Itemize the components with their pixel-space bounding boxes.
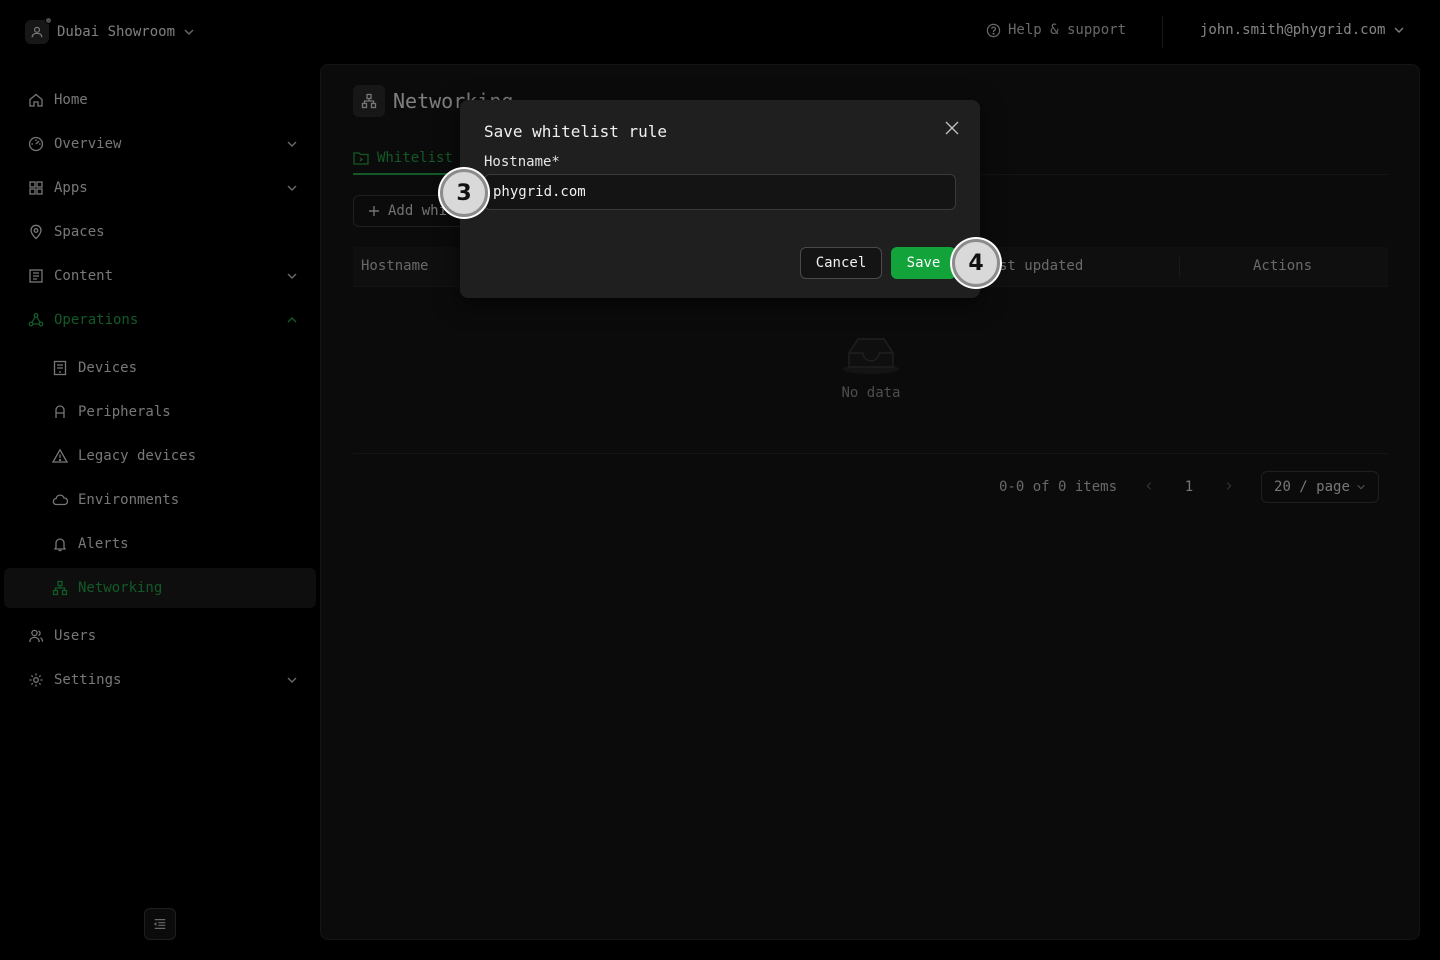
hostname-input[interactable] xyxy=(484,174,956,210)
save-whitelist-modal: Save whitelist rule Hostname* Cancel Sav… xyxy=(460,100,980,298)
step-marker-4: 4 xyxy=(952,239,1000,287)
close-icon[interactable] xyxy=(944,120,960,136)
step-marker-3: 3 xyxy=(440,169,488,217)
modal-title: Save whitelist rule xyxy=(484,122,668,141)
cancel-button[interactable]: Cancel xyxy=(800,247,882,279)
save-button[interactable]: Save xyxy=(891,247,956,279)
hostname-label: Hostname* xyxy=(484,154,560,170)
